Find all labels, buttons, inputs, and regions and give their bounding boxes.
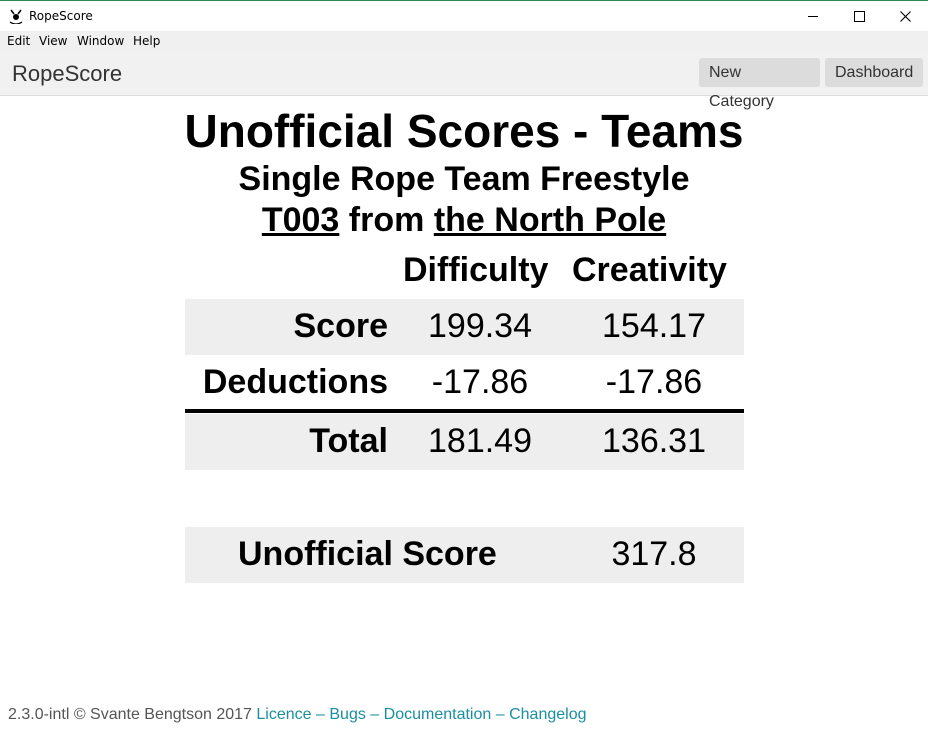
team-id: T003 bbox=[261, 201, 340, 239]
row-label-deductions: Deductions bbox=[202, 363, 388, 401]
team-from-word: from bbox=[348, 201, 425, 239]
dashboard-button[interactable]: Dashboard bbox=[825, 58, 923, 87]
top-navbar: RopeScore New Category Dashboard bbox=[0, 51, 928, 110]
close-icon bbox=[899, 10, 911, 22]
jump-rope-app-icon bbox=[9, 9, 23, 24]
footer-separator: – bbox=[370, 706, 380, 723]
table-row-score: Score 199.34 154.17 bbox=[185, 299, 744, 355]
deductions-creativity: -17.86 bbox=[605, 363, 703, 401]
brand-link[interactable]: RopeScore bbox=[12, 61, 122, 87]
total-creativity: 136.31 bbox=[602, 422, 706, 460]
column-header-creativity: Creativity bbox=[572, 251, 727, 289]
minimize-icon bbox=[807, 15, 818, 17]
table-row-total: Total 181.49 136.31 bbox=[185, 414, 744, 470]
menu-bar: Edit View Window Help bbox=[0, 31, 928, 51]
window-titlebar: RopeScore bbox=[0, 0, 928, 31]
row-label-score: Score bbox=[293, 307, 389, 345]
deductions-difficulty: -17.86 bbox=[431, 363, 529, 401]
row-label-total: Total bbox=[309, 422, 388, 460]
menu-view[interactable]: View bbox=[39, 34, 67, 48]
score-creativity: 154.17 bbox=[602, 307, 706, 345]
licence-link[interactable]: Licence bbox=[256, 706, 311, 723]
maximize-icon bbox=[853, 10, 865, 22]
table-row-deductions: Deductions -17.86 -17.86 bbox=[185, 355, 744, 413]
window-title: RopeScore bbox=[29, 9, 93, 23]
column-header-difficulty: Difficulty bbox=[403, 251, 549, 289]
unofficial-score-value: 317.8 bbox=[611, 535, 697, 573]
new-category-button[interactable]: New Category bbox=[699, 58, 820, 110]
menu-window[interactable]: Window bbox=[77, 34, 124, 48]
minimize-button[interactable] bbox=[790, 1, 836, 31]
close-button[interactable] bbox=[882, 1, 928, 31]
page-title: Unofficial Scores - Teams bbox=[184, 105, 744, 157]
menu-help[interactable]: Help bbox=[133, 34, 160, 48]
version-copyright: 2.3.0-intl © Svante Bengtson 2017 bbox=[8, 706, 252, 723]
menu-edit[interactable]: Edit bbox=[7, 34, 30, 48]
score-difficulty: 199.34 bbox=[428, 307, 532, 345]
maximize-button[interactable] bbox=[836, 1, 882, 31]
footer: 2.3.0-intl © Svante Bengtson 2017 Licenc… bbox=[8, 706, 587, 724]
event-name: Single Rope Team Freestyle bbox=[238, 160, 690, 198]
team-heading: T003 from the North Pole bbox=[0, 201, 928, 240]
documentation-link[interactable]: Documentation bbox=[384, 706, 492, 723]
unofficial-score-label: Unofficial Score bbox=[238, 535, 497, 573]
footer-separator: – bbox=[495, 706, 505, 723]
unofficial-score-row: Unofficial Score 317.8 bbox=[185, 527, 744, 583]
changelog-link[interactable]: Changelog bbox=[509, 706, 586, 723]
bugs-link[interactable]: Bugs bbox=[329, 706, 365, 723]
total-difficulty: 181.49 bbox=[428, 422, 532, 460]
footer-separator: – bbox=[316, 706, 325, 723]
team-name: the North Pole bbox=[433, 201, 667, 239]
